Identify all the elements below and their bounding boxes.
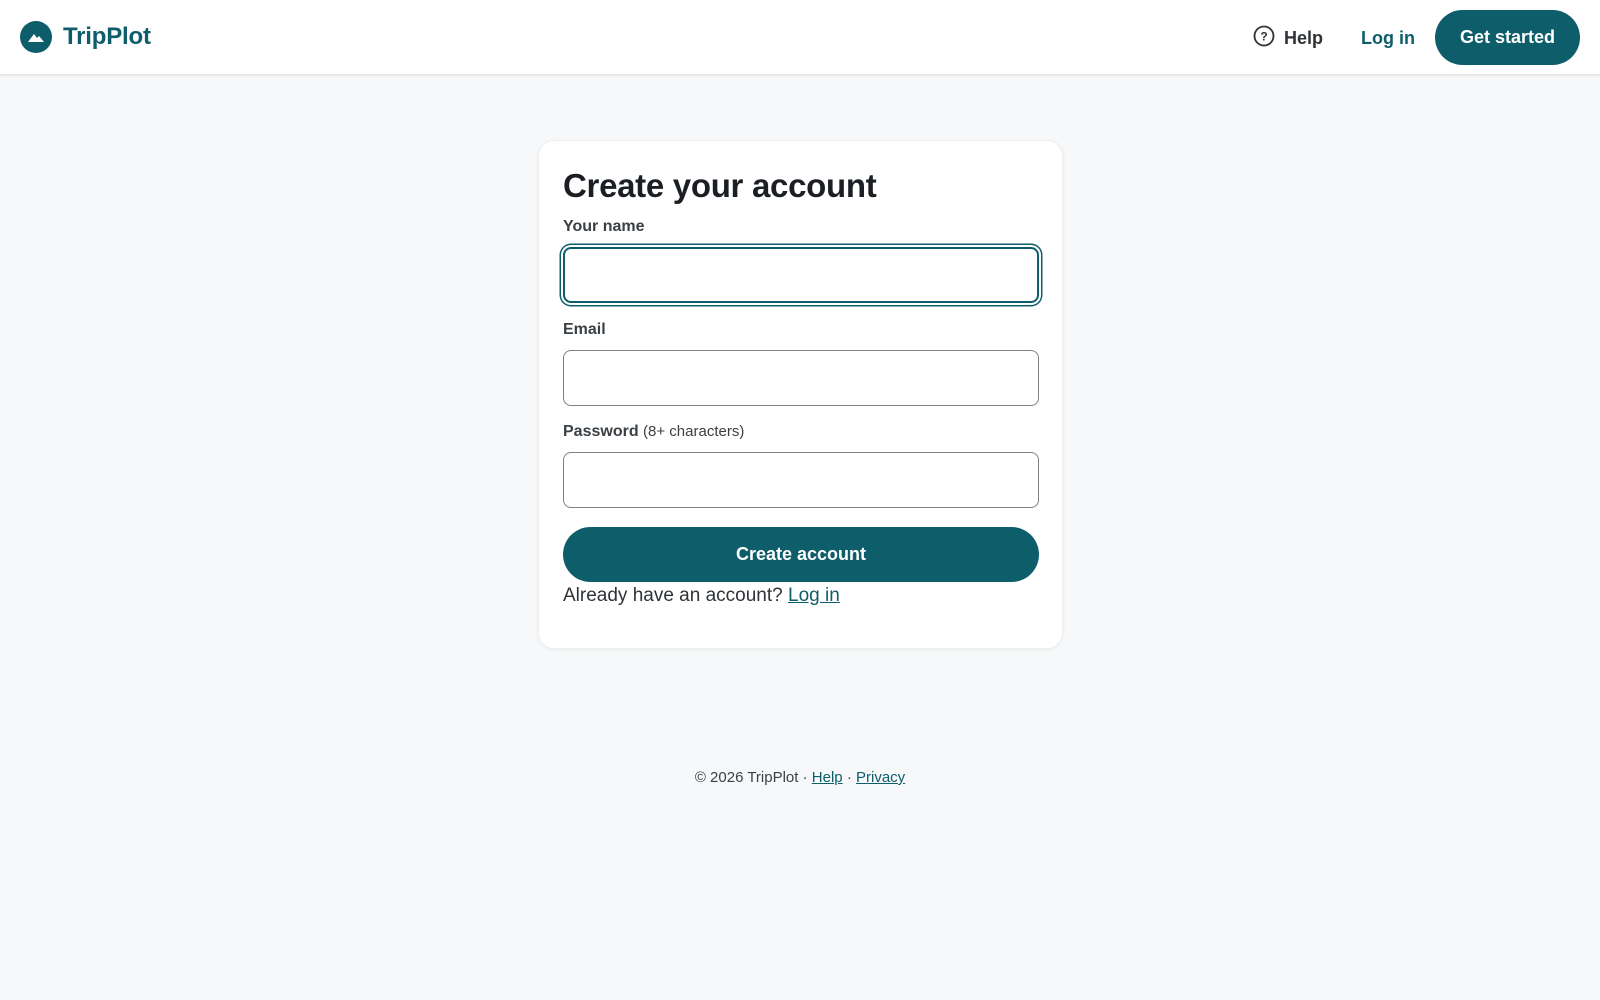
name-input[interactable] xyxy=(563,247,1039,303)
signup-card: Create your account Your name Email Pass… xyxy=(538,140,1063,649)
mountain-logo-icon xyxy=(20,21,52,53)
password-input[interactable] xyxy=(563,452,1039,508)
name-label: Your name xyxy=(563,218,645,235)
copyright-text: © 2026 TripPlot xyxy=(694,769,799,786)
page-footer: © 2026 TripPlot · Help · Privacy xyxy=(0,769,1600,786)
password-hint: (8+ characters) xyxy=(643,423,745,440)
footer-separator: · xyxy=(802,769,808,786)
card-login-link[interactable]: Log in xyxy=(788,585,840,606)
email-input[interactable] xyxy=(563,350,1039,406)
footer-help-link[interactable]: Help xyxy=(812,769,843,786)
password-label-row: Password (8+ characters) xyxy=(563,423,744,441)
header-help-label: Help xyxy=(1284,27,1324,48)
create-account-button[interactable]: Create account xyxy=(563,527,1039,582)
question-circle-icon: ? xyxy=(1253,25,1275,52)
password-label: Password xyxy=(563,423,639,440)
page-title: Create your account xyxy=(563,167,877,204)
login-prompt: Already have an account? Log in xyxy=(563,585,840,607)
brand-name: TripPlot xyxy=(63,23,151,50)
footer-separator: · xyxy=(846,769,852,786)
login-prompt-text: Already have an account? xyxy=(563,585,783,606)
footer-privacy-link[interactable]: Privacy xyxy=(856,769,905,786)
email-label: Email xyxy=(563,321,606,338)
top-header: TripPlot ? Help Log in Get started xyxy=(0,0,1600,75)
header-help-link[interactable]: ? Help xyxy=(1253,25,1323,51)
header-login-link[interactable]: Log in xyxy=(1361,25,1415,51)
get-started-button[interactable]: Get started xyxy=(1435,10,1580,65)
brand-home-link[interactable]: TripPlot xyxy=(20,21,151,53)
svg-text:?: ? xyxy=(1260,29,1267,43)
